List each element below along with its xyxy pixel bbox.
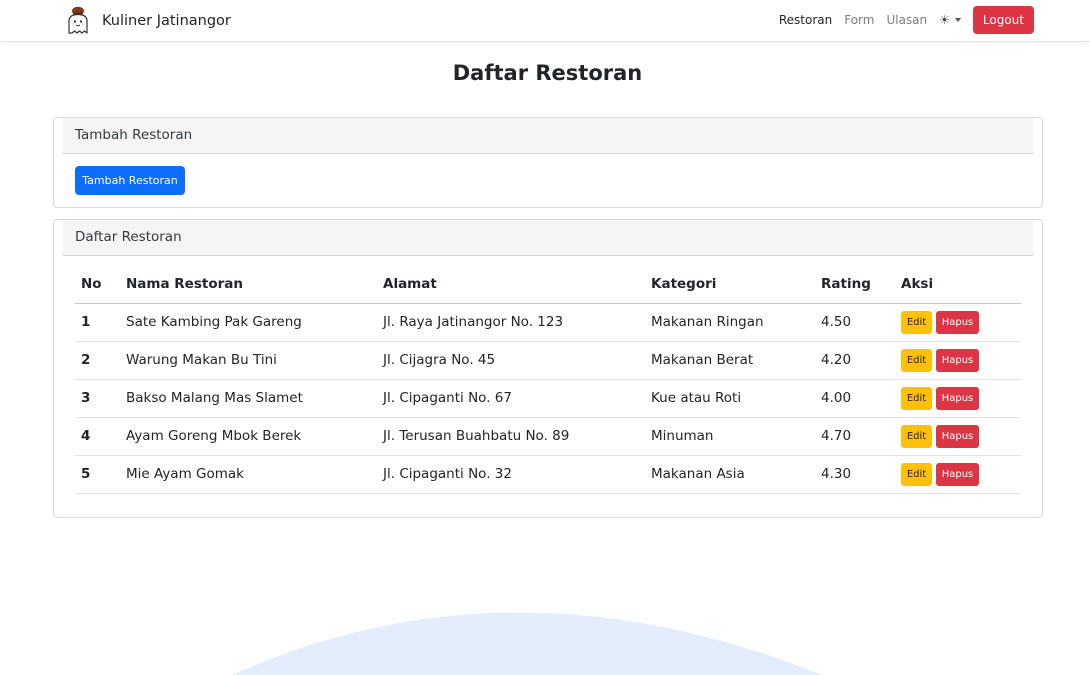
cell-address: Jl. Cijagra No. 45	[377, 341, 645, 380]
cell-actions: Edit Hapus	[895, 417, 1021, 456]
restaurant-table-wrap: No Nama Restoran Alamat Kategori Rating …	[75, 266, 1021, 494]
cell-name: Ayam Goreng Mbok Berek	[120, 417, 377, 456]
table-row: 3 Bakso Malang Mas Slamet Jl. Cipaganti …	[75, 379, 1021, 418]
cell-rating: 4.00	[815, 379, 895, 418]
cell-category: Makanan Asia	[645, 455, 815, 494]
theme-toggle-dropdown[interactable]: ☀	[939, 13, 961, 27]
table-row: 2 Warung Makan Bu Tini Jl. Cijagra No. 4…	[75, 341, 1021, 380]
nav-link-form[interactable]: Form	[844, 13, 874, 27]
restaurant-list-card: Daftar Restoran No Nama Restoran Alamat …	[53, 219, 1043, 518]
cell-address: Jl. Terusan Buahbatu No. 89	[377, 417, 645, 456]
logout-button[interactable]: Logout	[972, 6, 1034, 34]
decorative-wave	[232, 612, 822, 675]
navbar: Kuliner Jatinangor Restoran Form Ulasan …	[0, 0, 1090, 42]
cell-category: Minuman	[645, 417, 815, 456]
page-title: Daftar Restoran	[452, 61, 643, 85]
cell-name: Mie Ayam Gomak	[120, 455, 377, 494]
column-header-name: Nama Restoran	[120, 266, 377, 304]
restaurant-table: No Nama Restoran Alamat Kategori Rating …	[75, 266, 1021, 494]
cell-actions: Edit Hapus	[895, 341, 1021, 380]
cell-name: Sate Kambing Pak Gareng	[120, 303, 377, 342]
list-card-header: Daftar Restoran	[63, 220, 1033, 256]
add-restaurant-button[interactable]: Tambah Restoran	[75, 166, 185, 195]
cell-name: Warung Makan Bu Tini	[120, 341, 377, 380]
cell-actions: Edit Hapus	[895, 455, 1021, 494]
delete-button[interactable]: Hapus	[936, 462, 979, 486]
brand-name: Kuliner Jatinangor	[102, 13, 231, 29]
table-row: 5 Mie Ayam Gomak Jl. Cipaganti No. 32 Ma…	[75, 455, 1021, 494]
table-row: 4 Ayam Goreng Mbok Berek Jl. Terusan Bua…	[75, 417, 1021, 456]
cell-address: Jl. Cipaganti No. 67	[377, 379, 645, 418]
column-header-category: Kategori	[645, 266, 815, 304]
column-header-actions: Aksi	[895, 266, 1021, 304]
nav-links: Restoran Form Ulasan ☀ Logout	[779, 6, 1034, 34]
cell-category: Kue atau Roti	[645, 379, 815, 418]
caret-down-icon	[954, 18, 961, 22]
table-header-row: No Nama Restoran Alamat Kategori Rating …	[75, 266, 1021, 304]
delete-button[interactable]: Hapus	[936, 348, 979, 372]
cell-actions: Edit Hapus	[895, 303, 1021, 342]
column-header-address: Alamat	[377, 266, 645, 304]
edit-button[interactable]: Edit	[901, 310, 932, 334]
cell-no: 5	[75, 455, 120, 494]
cell-category: Makanan Berat	[645, 341, 815, 380]
delete-button[interactable]: Hapus	[936, 424, 979, 448]
cell-no: 3	[75, 379, 120, 418]
cell-rating: 4.20	[815, 341, 895, 380]
cell-no: 4	[75, 417, 120, 456]
delete-button[interactable]: Hapus	[936, 310, 979, 334]
cell-name: Bakso Malang Mas Slamet	[120, 379, 377, 418]
edit-button[interactable]: Edit	[901, 424, 932, 448]
table-row: 1 Sate Kambing Pak Gareng Jl. Raya Jatin…	[75, 303, 1021, 342]
cell-address: Jl. Raya Jatinangor No. 123	[377, 303, 645, 342]
ghost-chef-logo-icon	[68, 6, 88, 34]
cell-rating: 4.30	[815, 455, 895, 494]
nav-link-ulasan[interactable]: Ulasan	[886, 13, 927, 27]
column-header-rating: Rating	[815, 266, 895, 304]
cell-rating: 4.70	[815, 417, 895, 456]
edit-button[interactable]: Edit	[901, 386, 932, 410]
cell-no: 1	[75, 303, 120, 342]
sun-icon: ☀	[939, 13, 950, 27]
delete-button[interactable]: Hapus	[936, 386, 979, 410]
edit-button[interactable]: Edit	[901, 348, 932, 372]
nav-link-restoran[interactable]: Restoran	[779, 13, 832, 27]
cell-address: Jl. Cipaganti No. 32	[377, 455, 645, 494]
cell-category: Makanan Ringan	[645, 303, 815, 342]
cell-rating: 4.50	[815, 303, 895, 342]
brand[interactable]: Kuliner Jatinangor	[65, 5, 231, 37]
cell-no: 2	[75, 341, 120, 380]
add-restaurant-card: Tambah Restoran Tambah Restoran	[53, 117, 1043, 208]
cell-actions: Edit Hapus	[895, 379, 1021, 418]
edit-button[interactable]: Edit	[901, 462, 932, 486]
column-header-no: No	[75, 266, 120, 304]
add-card-header: Tambah Restoran	[63, 118, 1033, 154]
